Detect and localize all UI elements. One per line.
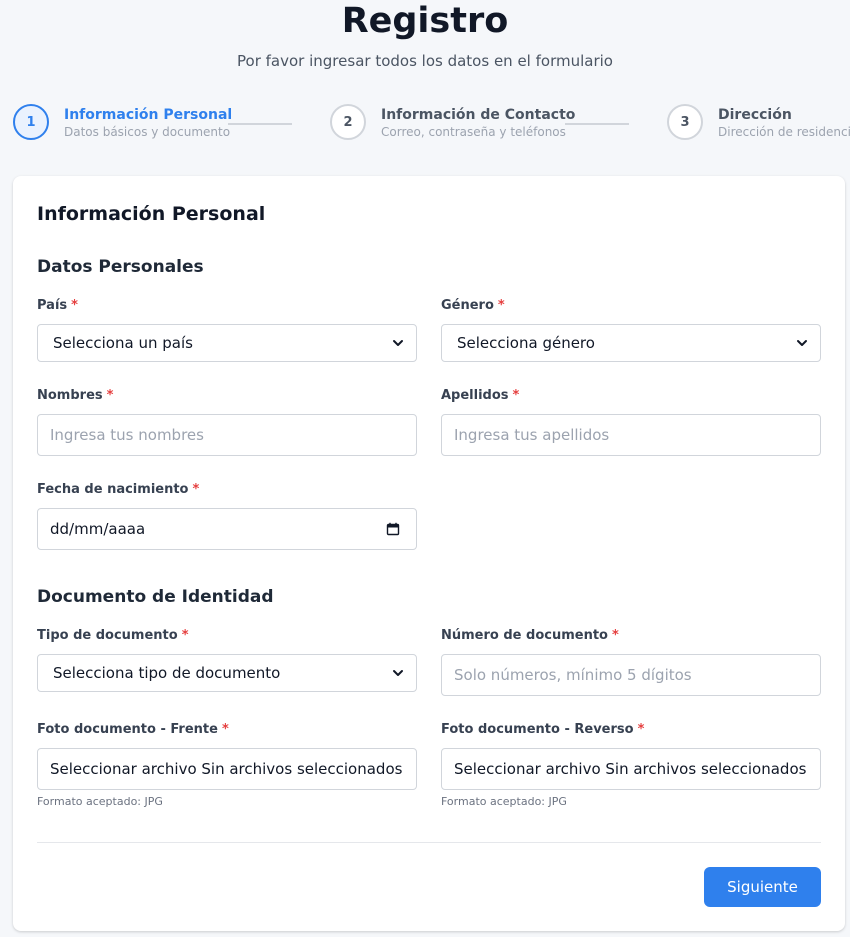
- step-number: 3: [667, 104, 703, 140]
- foto-frente-hint: Formato aceptado: JPG: [37, 795, 163, 808]
- apellidos-label: Apellidos *: [441, 388, 520, 403]
- step-title: Dirección: [718, 107, 792, 123]
- chevron-down-icon: [393, 670, 403, 676]
- foto-frente-label: Foto documento - Frente *: [37, 722, 229, 737]
- pais-label: País *: [37, 298, 78, 313]
- next-button[interactable]: Siguiente: [704, 867, 821, 907]
- step-title: Información Personal: [64, 107, 233, 123]
- genero-label: Género *: [441, 298, 505, 313]
- form-card: Información Personal Datos Personales Pa…: [13, 176, 845, 931]
- chevron-down-icon: [797, 340, 807, 346]
- nombres-placeholder: Ingresa tus nombres: [50, 426, 204, 444]
- page-title: Registro: [341, 1, 509, 41]
- step-connector: [228, 123, 292, 125]
- step-subtitle: Dirección de residencia: [718, 125, 850, 139]
- step-number: 2: [330, 104, 366, 140]
- fecha-label: Fecha de nacimiento *: [37, 482, 200, 497]
- foto-frente-file-text: Seleccionar archivo Sin archivos selecci…: [50, 760, 403, 778]
- foto-reverso-label: Foto documento - Reverso *: [441, 722, 645, 737]
- tipo-documento-value: Selecciona tipo de documento: [53, 664, 281, 682]
- stepper: 1 Información Personal Datos básicos y d…: [0, 104, 850, 146]
- foto-frente-file-input[interactable]: Seleccionar archivo Sin archivos selecci…: [37, 748, 417, 790]
- pais-select-value: Selecciona un país: [53, 334, 193, 352]
- chevron-down-icon: [393, 340, 403, 346]
- step-address[interactable]: 3 Dirección Dirección de residencia: [667, 104, 850, 140]
- calendar-icon[interactable]: [386, 522, 400, 536]
- numero-documento-label: Número de documento *: [441, 628, 619, 643]
- tipo-documento-select[interactable]: Selecciona tipo de documento: [37, 654, 417, 692]
- page-subtitle: Por favor ingresar todos los datos en el…: [237, 52, 613, 70]
- genero-select-value: Selecciona género: [457, 334, 595, 352]
- fecha-value: dd/mm/aaaa: [50, 520, 146, 538]
- apellidos-input[interactable]: Ingresa tus apellidos: [441, 414, 821, 456]
- step-title: Información de Contacto: [381, 107, 576, 123]
- tipo-documento-label: Tipo de documento *: [37, 628, 189, 643]
- nombres-input[interactable]: Ingresa tus nombres: [37, 414, 417, 456]
- section-personal-title: Datos Personales: [37, 257, 204, 277]
- numero-documento-placeholder: Solo números, mínimo 5 dígitos: [454, 666, 692, 684]
- foto-reverso-file-input[interactable]: Seleccionar archivo Sin archivos selecci…: [441, 748, 821, 790]
- pais-select[interactable]: Selecciona un país: [37, 324, 417, 362]
- step-personal[interactable]: 1 Información Personal Datos básicos y d…: [13, 104, 232, 140]
- genero-select[interactable]: Selecciona género: [441, 324, 821, 362]
- step-contact[interactable]: 2 Información de Contacto Correo, contra…: [330, 104, 575, 140]
- form-title: Información Personal: [37, 203, 266, 225]
- step-subtitle: Correo, contraseña y teléfonos: [381, 125, 566, 139]
- foto-reverso-hint: Formato aceptado: JPG: [441, 795, 567, 808]
- section-document-title: Documento de Identidad: [37, 587, 274, 607]
- step-connector: [565, 123, 629, 125]
- foto-reverso-file-text: Seleccionar archivo Sin archivos selecci…: [454, 760, 807, 778]
- apellidos-placeholder: Ingresa tus apellidos: [454, 426, 610, 444]
- numero-documento-input[interactable]: Solo números, mínimo 5 dígitos: [441, 654, 821, 696]
- step-number: 1: [13, 104, 49, 140]
- step-subtitle: Datos básicos y documento: [64, 125, 231, 139]
- form-divider: [37, 842, 821, 843]
- nombres-label: Nombres *: [37, 388, 114, 403]
- fecha-input[interactable]: dd/mm/aaaa: [37, 508, 417, 550]
